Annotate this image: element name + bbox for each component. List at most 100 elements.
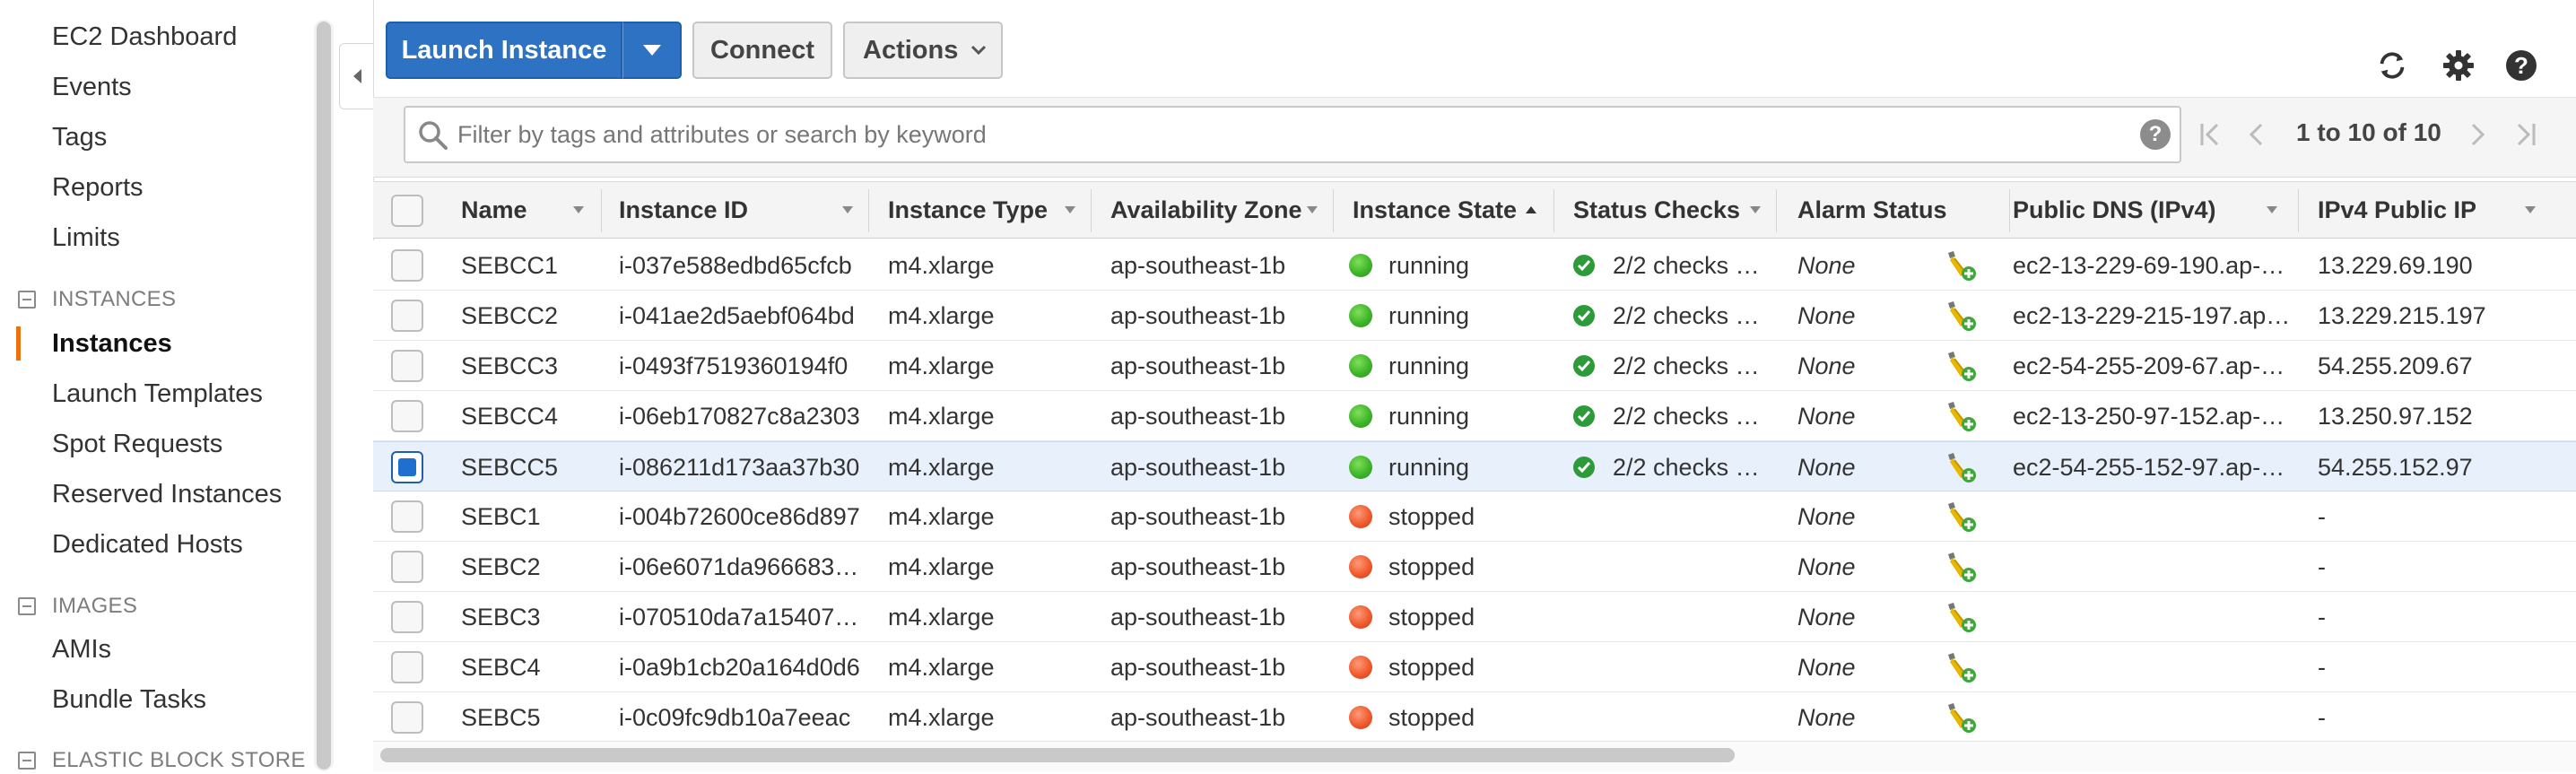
row-checkbox[interactable] [391, 300, 423, 332]
sidebar-item-ec2-dashboard[interactable]: EC2 Dashboard [52, 22, 237, 52]
caret-down-icon[interactable] [841, 205, 854, 214]
row-checkbox[interactable] [391, 451, 423, 483]
refresh-icon[interactable] [2375, 48, 2409, 83]
table-row[interactable]: SEBC5 i-0c09fc9db10a7eeac m4.xlarge ap-sout… [373, 692, 2576, 743]
column-separator[interactable] [601, 189, 602, 232]
row-checkbox[interactable] [391, 701, 423, 734]
table-row[interactable]: SEBC3 i-070510da7a15407… m4.xlarge ap-south… [373, 592, 2576, 642]
sidebar-item-reserved-instances[interactable]: Reserved Instances [52, 479, 282, 509]
sidebar-section-instances[interactable]: INSTANCES [18, 286, 176, 313]
column-header-status-checks[interactable]: Status Checks [1573, 182, 1740, 238]
running-status-icon [1349, 254, 1372, 277]
sidebar-item-launch-templates[interactable]: Launch Templates [52, 378, 263, 409]
caret-down-icon[interactable] [572, 205, 585, 214]
collapse-icon[interactable] [18, 597, 36, 615]
sidebar-section-elastic-block-store[interactable]: ELASTIC BLOCK STORE [18, 747, 306, 774]
sidebar-item-instances[interactable]: Instances [52, 328, 172, 359]
public-dns: ec2-54-255-152-97.ap-… [2013, 453, 2285, 481]
add-alarm-icon[interactable] [1945, 350, 1977, 387]
collapse-icon[interactable] [18, 291, 36, 309]
sidebar-scrollbar-thumb[interactable] [317, 22, 331, 770]
instance-type: m4.xlarge [888, 552, 995, 580]
add-alarm-icon[interactable] [1945, 601, 1977, 638]
table-row[interactable]: SEBCC5 i-086211d173aa37b30 m4.xlarge ap-sou… [373, 441, 2576, 491]
row-checkbox[interactable] [391, 651, 423, 683]
row-checkbox[interactable] [391, 601, 423, 633]
column-separator[interactable] [2298, 189, 2299, 232]
sidebar-item-reports[interactable]: Reports [52, 172, 144, 203]
add-alarm-icon[interactable] [1945, 551, 1977, 587]
last-page-icon[interactable] [2515, 120, 2537, 149]
column-separator[interactable] [1091, 189, 1092, 232]
table-row[interactable]: SEBCC2 i-041ae2d5aebf064bd m4.xlarge ap-sou… [373, 291, 2576, 341]
column-separator[interactable] [868, 189, 869, 232]
caret-down-icon[interactable] [1064, 205, 1076, 214]
table-row[interactable]: SEBCC3 i-0493f7519360194f0 m4.xlarge ap-sou… [373, 341, 2576, 391]
add-alarm-icon[interactable] [1945, 249, 1977, 286]
collapse-icon[interactable] [18, 752, 36, 770]
public-ip: 13.229.215.197 [2318, 301, 2486, 329]
instance-type: m4.xlarge [888, 703, 995, 731]
add-alarm-icon[interactable] [1945, 651, 1977, 688]
column-header-instance-type[interactable]: Instance Type [888, 182, 1048, 238]
caret-down-icon[interactable] [2524, 205, 2537, 214]
next-page-icon[interactable] [2470, 120, 2486, 149]
launch-instance-button[interactable]: Launch Instance [386, 22, 622, 79]
column-header-instance-id[interactable]: Instance ID [619, 182, 748, 238]
sidebar-section-images[interactable]: IMAGES [18, 593, 137, 620]
search-input[interactable] [456, 108, 2124, 161]
status-checks: 2/2 checks … [1573, 240, 1772, 291]
add-alarm-icon[interactable] [1945, 701, 1977, 738]
row-checkbox[interactable] [391, 249, 423, 282]
sidebar-item-events[interactable]: Events [52, 72, 132, 102]
row-checkbox[interactable] [391, 500, 423, 533]
instance-id: i-06e6071da966683… [619, 552, 859, 580]
column-separator[interactable] [1776, 189, 1777, 232]
add-alarm-icon[interactable] [1945, 300, 1977, 336]
column-separator[interactable] [1553, 189, 1554, 232]
table-row[interactable]: SEBC4 i-0a9b1cb20a164d0d6 m4.xlarge ap-sout… [373, 642, 2576, 692]
sidebar-item-bundle-tasks[interactable]: Bundle Tasks [52, 684, 206, 715]
add-alarm-icon[interactable] [1945, 451, 1977, 488]
table-row[interactable]: SEBC1 i-004b72600ce86d897 m4.xlarge ap-sout… [373, 491, 2576, 542]
caret-up-icon[interactable] [1525, 205, 1537, 214]
row-checkbox[interactable] [391, 400, 423, 432]
add-alarm-icon[interactable] [1945, 500, 1977, 537]
help-icon[interactable]: ? [2504, 48, 2538, 83]
sidebar-item-spot-requests[interactable]: Spot Requests [52, 429, 222, 459]
add-alarm-icon[interactable] [1945, 400, 1977, 437]
caret-down-icon[interactable] [1306, 205, 1318, 214]
column-header-availability-zone[interactable]: Availability Zone [1110, 182, 1302, 238]
instance-id: i-0493f7519360194f0 [619, 352, 849, 379]
column-header-alarm-status[interactable]: Alarm Status [1797, 182, 1947, 238]
availability-zone: ap-southeast-1b [1110, 301, 1286, 329]
caret-down-icon[interactable] [1749, 205, 1762, 214]
column-separator[interactable] [1333, 189, 1334, 232]
sidebar-item-tags[interactable]: Tags [52, 122, 107, 152]
column-header-ipv4-public-ip[interactable]: IPv4 Public IP [2318, 182, 2476, 238]
launch-instance-dropdown-button[interactable] [622, 22, 682, 79]
actions-button[interactable]: Actions [843, 22, 1003, 79]
select-all-checkbox[interactable] [391, 195, 423, 227]
check-circle-icon [1573, 305, 1595, 326]
row-checkbox[interactable] [391, 350, 423, 382]
horizontal-scrollbar-thumb[interactable] [380, 748, 1735, 762]
column-separator[interactable] [2009, 189, 2010, 232]
row-checkbox[interactable] [391, 551, 423, 583]
sidebar-collapse-button[interactable] [339, 43, 373, 109]
settings-gear-icon[interactable] [2441, 48, 2476, 83]
filter-help-icon[interactable]: ? [2140, 119, 2171, 150]
column-header-instance-state[interactable]: Instance State [1353, 182, 1517, 238]
sidebar-item-amis[interactable]: AMIs [52, 634, 111, 665]
table-row[interactable]: SEBCC1 i-037e588edbd65cfcb m4.xlarge ap-sou… [373, 240, 2576, 291]
column-header-public-dns[interactable]: Public DNS (IPv4) [2013, 182, 2216, 238]
previous-page-icon[interactable] [2248, 120, 2264, 149]
sidebar-item-dedicated-hosts[interactable]: Dedicated Hosts [52, 529, 243, 560]
first-page-icon[interactable] [2199, 120, 2221, 149]
table-row[interactable]: SEBC2 i-06e6071da966683… m4.xlarge ap-south… [373, 542, 2576, 592]
column-header-name[interactable]: Name [461, 182, 527, 238]
sidebar-item-limits[interactable]: Limits [52, 222, 120, 253]
caret-down-icon[interactable] [2266, 205, 2278, 214]
connect-button[interactable]: Connect [692, 22, 832, 79]
table-row[interactable]: SEBCC4 i-06eb170827c8a2303 m4.xlarge ap-sou… [373, 391, 2576, 441]
